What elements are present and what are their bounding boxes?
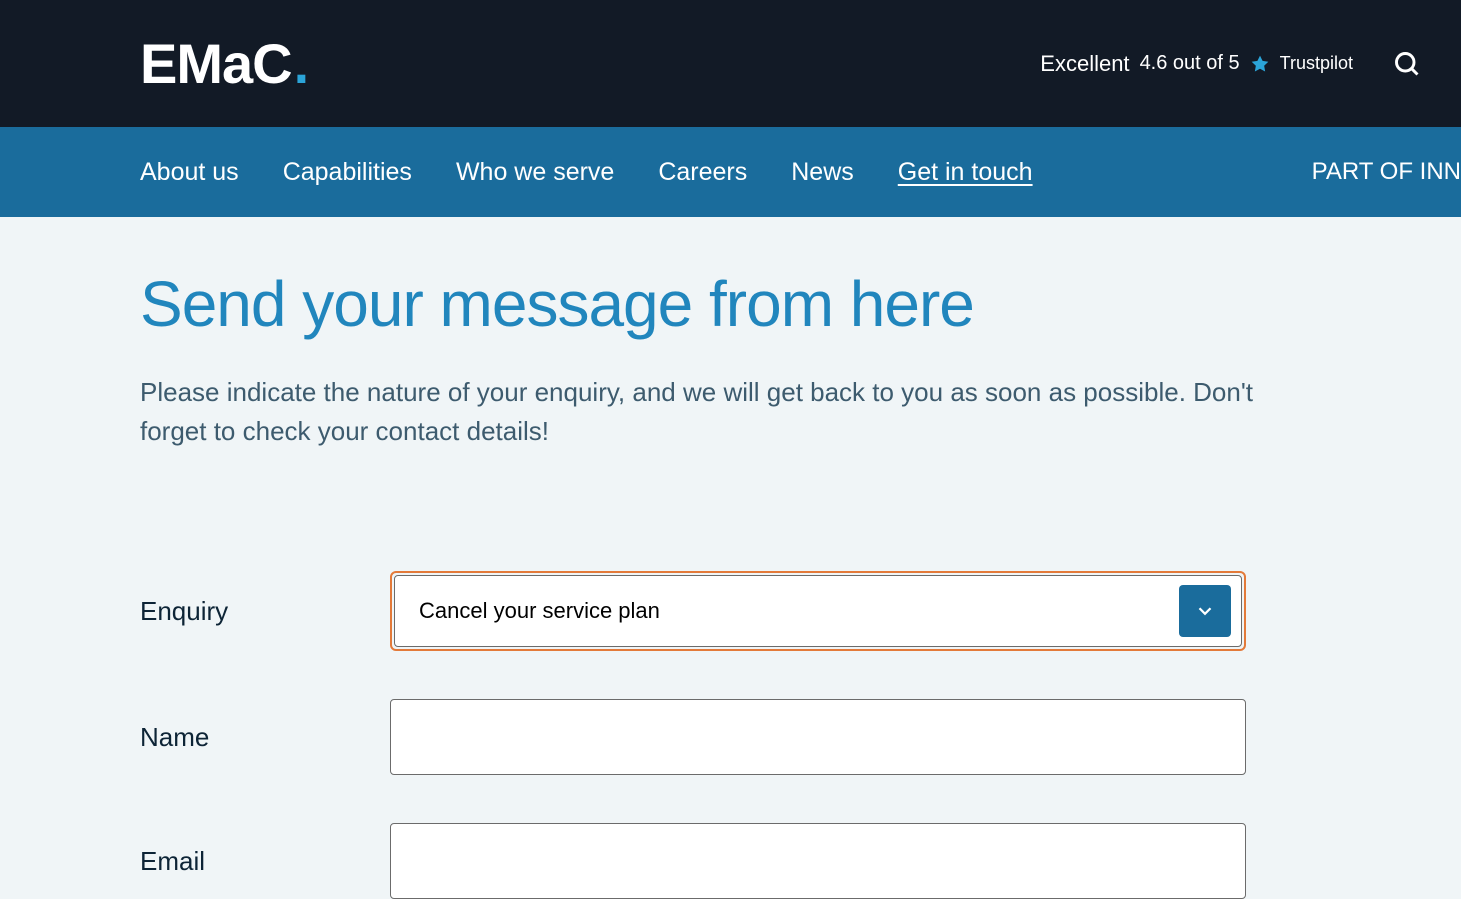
logo-text: EMaC [140, 31, 292, 96]
enquiry-selected-value: Cancel your service plan [419, 598, 660, 624]
contact-form: Enquiry Cancel your service plan Name [140, 571, 1321, 899]
trustpilot-rating-label: Excellent [1040, 51, 1129, 77]
enquiry-dropdown-button[interactable] [1179, 585, 1231, 637]
nav-about-us[interactable]: About us [140, 158, 239, 187]
logo-dot: . [294, 31, 309, 96]
trustpilot-widget[interactable]: Excellent 4.6 out of 5 Trustpilot [1040, 51, 1353, 77]
search-icon [1393, 50, 1421, 78]
trustpilot-score: 4.6 out of 5 [1140, 52, 1240, 75]
name-input[interactable] [390, 699, 1246, 775]
nav-links: About us Capabilities Who we serve Caree… [140, 158, 1033, 187]
star-icon [1250, 54, 1270, 74]
main-content: Send your message from here Please indic… [0, 217, 1461, 899]
nav-careers[interactable]: Careers [658, 158, 747, 187]
search-button[interactable] [1393, 50, 1421, 78]
nav-partner-text: PART OF INN [1312, 158, 1461, 186]
email-input[interactable] [390, 823, 1246, 899]
main-nav: About us Capabilities Who we serve Caree… [0, 127, 1461, 217]
form-row-name: Name [140, 699, 1321, 775]
name-label: Name [140, 722, 390, 753]
enquiry-select[interactable]: Cancel your service plan [390, 571, 1246, 651]
nav-news[interactable]: News [791, 158, 854, 187]
page-subtitle: Please indicate the nature of your enqui… [140, 373, 1280, 451]
form-row-enquiry: Enquiry Cancel your service plan [140, 571, 1321, 651]
form-row-email: Email [140, 823, 1321, 899]
trustpilot-brand: Trustpilot [1280, 53, 1353, 74]
brand-logo[interactable]: EMaC. [140, 31, 308, 96]
nav-get-in-touch[interactable]: Get in touch [898, 158, 1033, 187]
email-label: Email [140, 846, 390, 877]
topbar: EMaC. Excellent 4.6 out of 5 Trustpilot [0, 0, 1461, 127]
nav-capabilities[interactable]: Capabilities [283, 158, 412, 187]
nav-who-we-serve[interactable]: Who we serve [456, 158, 614, 187]
chevron-down-icon [1194, 600, 1216, 622]
topbar-right: Excellent 4.6 out of 5 Trustpilot [1040, 50, 1421, 78]
enquiry-label: Enquiry [140, 596, 390, 627]
page-title: Send your message from here [140, 267, 1321, 341]
